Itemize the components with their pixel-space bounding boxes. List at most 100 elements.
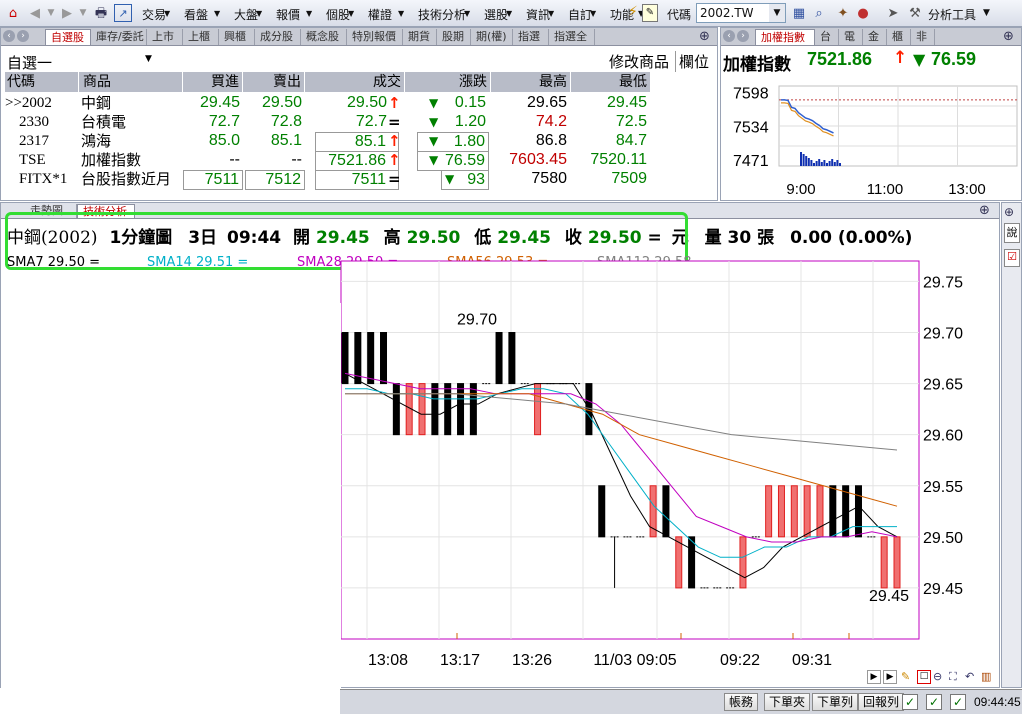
menu-item-3-dropdown-icon[interactable]: ▼ xyxy=(306,9,312,18)
code-dropdown-icon[interactable]: ▼ xyxy=(769,4,785,22)
row-code: FITX*1 xyxy=(19,171,68,187)
index-tab-scroll-left-icon[interactable]: ‹ xyxy=(723,30,735,42)
col-header-last[interactable]: 成交 xyxy=(305,72,405,92)
scroll-left-button[interactable]: ▶ xyxy=(867,670,881,684)
popup-window-icon[interactable]: ↗ xyxy=(114,4,132,22)
index-zoom-in-icon[interactable]: ⊕ xyxy=(1003,29,1018,44)
side-zoom-icon[interactable]: ⊕ xyxy=(1004,205,1014,219)
quote-tab-7[interactable]: 特別報價 xyxy=(347,29,403,45)
analysis-tools-menu[interactable]: 分析工具 xyxy=(928,6,976,23)
menu-item-4[interactable]: 個股 xyxy=(326,6,350,23)
table-row[interactable]: 2330 台積電 72.7 72.8 72.7 = ▼ 1.20 74.2 72.5 xyxy=(5,113,715,132)
menu-item-5[interactable]: 權證 xyxy=(368,6,392,23)
col-header-high[interactable]: 最高 xyxy=(491,72,571,92)
col-header-name[interactable]: 商品 xyxy=(79,72,183,92)
side-text-icon[interactable]: 說 xyxy=(1004,223,1020,243)
index-tab-0[interactable]: 加權指數 xyxy=(755,29,815,45)
menu-item-0[interactable]: 交易 xyxy=(142,6,166,23)
quote-tab-9[interactable]: 股期 xyxy=(437,29,471,45)
account-button[interactable]: 帳務 xyxy=(724,693,759,711)
col-header-ask[interactable]: 賣出 xyxy=(243,72,305,92)
alert-icon[interactable]: ● xyxy=(854,4,872,22)
quote-tab-8[interactable]: 期貨 xyxy=(403,29,437,45)
tab-scroll-right-icon[interactable]: › xyxy=(17,30,29,42)
row-change: 76.59 xyxy=(417,151,489,171)
menu-item-3[interactable]: 報價 xyxy=(276,6,300,23)
quote-tab-4[interactable]: 興櫃 xyxy=(219,29,255,45)
menu-item-9[interactable]: 自訂 xyxy=(568,6,592,23)
menu-item-2-dropdown-icon[interactable]: ▼ xyxy=(256,9,262,18)
cursor-icon[interactable]: ➤ xyxy=(884,4,902,22)
row-low: 7509 xyxy=(611,170,647,187)
menu-item-5-dropdown-icon[interactable]: ▼ xyxy=(398,9,404,18)
table-row[interactable]: >>2002 中鋼 29.45 29.50 29.50 ↑ ▼ 0.15 29.65 29.45 xyxy=(5,94,715,113)
menu-item-7[interactable]: 選股 xyxy=(484,6,508,23)
quote-tab-10[interactable]: 期(權) xyxy=(471,29,513,45)
side-check-icon[interactable]: ☑ xyxy=(1004,249,1020,267)
menu-item-4-dropdown-icon[interactable]: ▼ xyxy=(348,9,354,18)
zoom-out-icon[interactable]: ⊖ xyxy=(933,670,947,684)
analysis-tools-icon[interactable]: ⚒ xyxy=(906,4,924,22)
index-tab-3[interactable]: 金 xyxy=(863,29,887,45)
draw-tool-icon[interactable]: ✎ xyxy=(901,670,915,684)
menu-item-0-dropdown-icon[interactable]: ▼ xyxy=(164,9,170,18)
tech-zoom-in-icon[interactable]: ⊕ xyxy=(979,203,994,218)
status-checkbox-3[interactable]: ✓ xyxy=(950,694,966,710)
quote-tab-11[interactable]: 指選 xyxy=(513,29,549,45)
bar-chart-icon[interactable]: ▥ xyxy=(981,670,995,684)
tab-scroll-left-icon[interactable]: ‹ xyxy=(3,30,15,42)
table-row[interactable]: 2317 鴻海 85.0 85.1 85.1 ↑ ▼ 1.80 86.8 84.7 xyxy=(5,132,715,152)
watchlist-group[interactable]: 自選一 xyxy=(7,52,52,73)
field-button[interactable]: 欄位 xyxy=(675,51,709,72)
status-checkbox-1[interactable]: ✓ xyxy=(902,694,918,710)
menu-item-6-dropdown-icon[interactable]: ▼ xyxy=(464,9,470,18)
print-icon[interactable]: 🖶 xyxy=(92,4,110,22)
watchlist-dropdown-icon[interactable]: ▼ xyxy=(145,54,152,64)
undo-icon[interactable]: ↶ xyxy=(965,670,979,684)
fit-window-icon[interactable]: ⛶ xyxy=(949,670,963,684)
menu-item-8-dropdown-icon[interactable]: ▼ xyxy=(548,9,554,18)
menu-item-1[interactable]: 看盤 xyxy=(184,6,208,23)
col-header-change[interactable]: 漲跌 xyxy=(405,72,491,92)
settings-icon[interactable]: ✦ xyxy=(834,4,852,22)
table-row[interactable]: TSE 加權指數 -- -- 7521.86 ↑ ▼ 76.59 7603.45 7520.11 xyxy=(5,151,715,171)
index-tab-2[interactable]: 電 xyxy=(839,29,863,45)
col-header-bid[interactable]: 買進 xyxy=(183,72,243,92)
index-tab-1[interactable]: 台 xyxy=(815,29,839,45)
menu-item-9-dropdown-icon[interactable]: ▼ xyxy=(590,9,596,18)
quote-tab-1[interactable]: 庫存/委託 xyxy=(91,29,147,45)
quote-tab-0[interactable]: 自選股 xyxy=(45,29,91,45)
notepad-icon[interactable]: ✎ xyxy=(642,4,658,22)
code-input[interactable]: 2002.TW ▼ xyxy=(696,3,786,23)
menu-item-6[interactable]: 技術分析 xyxy=(418,6,466,23)
menu-item-8[interactable]: 資訊 xyxy=(526,6,550,23)
analysis-tools-dropdown-icon[interactable]: ▼ xyxy=(983,8,990,18)
zoom-in-icon[interactable]: ⊕ xyxy=(699,29,714,44)
order-folder-button[interactable]: 下單夾 xyxy=(764,693,811,711)
quote-tab-5[interactable]: 成分股 xyxy=(255,29,301,45)
quote-lookup-icon[interactable]: ▦ xyxy=(790,4,808,22)
forward-dropdown-icon[interactable]: ▼ xyxy=(74,4,92,22)
table-row[interactable]: FITX*1 台股指數近月 7511 7512 7511 = ▼ 93 7580 7509 xyxy=(5,170,715,190)
quote-tab-3[interactable]: 上櫃 xyxy=(183,29,219,45)
home-icon[interactable]: ⌂ xyxy=(4,4,22,22)
status-checkbox-2[interactable]: ✓ xyxy=(926,694,942,710)
col-header-low[interactable]: 最低 xyxy=(571,72,651,92)
index-tab-scroll-right-icon[interactable]: › xyxy=(737,30,749,42)
menu-item-1-dropdown-icon[interactable]: ▼ xyxy=(214,9,220,18)
menu-item-2[interactable]: 大盤 xyxy=(234,6,258,23)
menu-item-7-dropdown-icon[interactable]: ▼ xyxy=(506,9,512,18)
edit-products-button[interactable]: 修改商品 xyxy=(609,51,669,72)
report-bar-button[interactable]: 回報列 xyxy=(858,693,905,711)
status-blank xyxy=(0,689,340,714)
index-tab-4[interactable]: 櫃 xyxy=(887,29,911,45)
order-bar-button[interactable]: 下單列 xyxy=(812,693,859,711)
quote-tab-12[interactable]: 指選全 xyxy=(549,29,595,45)
col-header-code[interactable]: 代碼 xyxy=(5,72,79,92)
marker-icon[interactable]: □ xyxy=(917,670,931,684)
quote-tab-6[interactable]: 概念股 xyxy=(301,29,347,45)
quote-tab-2[interactable]: 上市 xyxy=(147,29,183,45)
scroll-right-button[interactable]: ▶ xyxy=(883,670,897,684)
search-icon[interactable]: ⌕ xyxy=(810,4,828,22)
index-tab-5[interactable]: 非 xyxy=(911,29,935,45)
